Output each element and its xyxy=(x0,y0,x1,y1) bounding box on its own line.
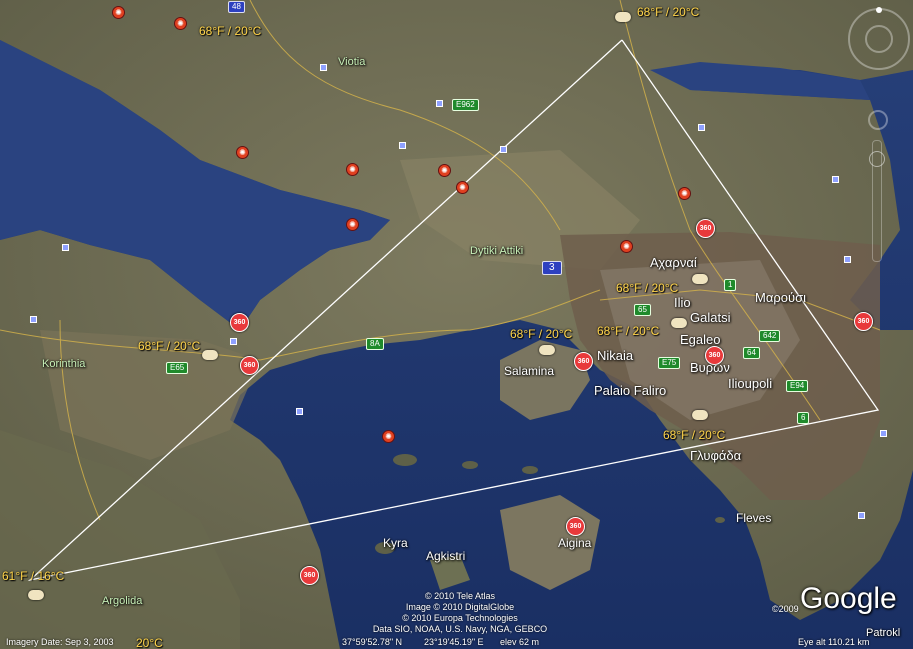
road-shield: 8A xyxy=(366,338,384,350)
place-label[interactable]: Salamina xyxy=(504,364,554,378)
photo-marker[interactable] xyxy=(30,316,37,323)
radio-icon[interactable]: ✺ xyxy=(112,6,125,19)
attribution-line: © 2010 Tele Atlas xyxy=(424,591,495,601)
weather-cloud-icon[interactable] xyxy=(692,274,708,284)
weather-label[interactable]: 68°F / 20°C xyxy=(637,5,699,19)
photo-marker[interactable] xyxy=(62,244,69,251)
weather-label[interactable]: 68°F / 20°C xyxy=(597,324,659,338)
panorama-360-pin[interactable]: 360 xyxy=(240,356,259,375)
place-label[interactable]: Nikaia xyxy=(597,348,633,363)
radio-icon[interactable]: ✺ xyxy=(346,218,359,231)
weather-label[interactable]: 68°F / 20°C xyxy=(199,24,261,38)
road-shield: 64 xyxy=(743,347,760,359)
photo-marker[interactable] xyxy=(844,256,851,263)
weather-cloud-icon[interactable] xyxy=(539,345,555,355)
place-label[interactable]: Viotia xyxy=(338,56,365,68)
road-shield: 642 xyxy=(759,330,781,342)
place-label[interactable]: Egaleo xyxy=(680,332,720,347)
radio-icon[interactable]: ✺ xyxy=(174,17,187,30)
attribution-line: Data SIO, NOAA, U.S. Navy, NGA, GEBCO xyxy=(372,624,548,634)
weather-cloud-icon[interactable] xyxy=(692,410,708,420)
google-logo: Google xyxy=(800,582,897,615)
weather-label[interactable]: 20°C xyxy=(136,636,163,649)
road-shield: E94 xyxy=(786,380,809,392)
panorama-360-pin[interactable]: 360 xyxy=(230,313,249,332)
photo-marker[interactable] xyxy=(296,408,303,415)
place-label[interactable]: Αχαρναί xyxy=(650,255,697,270)
photo-marker[interactable] xyxy=(500,146,507,153)
radio-icon[interactable]: ✺ xyxy=(382,430,395,443)
attribution-line: Image © 2010 DigitalGlobe xyxy=(405,602,515,612)
road-shield: E962 xyxy=(452,99,479,111)
photo-marker[interactable] xyxy=(436,100,443,107)
place-label[interactable]: Μαρούσι xyxy=(755,290,806,305)
place-label[interactable]: Patrokl xyxy=(866,627,900,639)
panorama-360-pin[interactable]: 360 xyxy=(300,566,319,585)
north-indicator-icon xyxy=(876,7,882,13)
look-around-icon[interactable] xyxy=(865,25,893,53)
photo-marker[interactable] xyxy=(880,430,887,437)
place-label[interactable]: Galatsi xyxy=(690,310,730,325)
panorama-360-pin[interactable]: 360 xyxy=(574,352,593,371)
panorama-360-pin[interactable]: 360 xyxy=(696,219,715,238)
weather-label[interactable]: 68°F / 20°C xyxy=(616,281,678,295)
panorama-360-pin[interactable]: 360 xyxy=(854,312,873,331)
road-shield: 6 xyxy=(797,412,810,424)
zoom-slider-thumb[interactable] xyxy=(869,151,885,167)
place-label[interactable]: Kyra xyxy=(383,536,408,550)
latitude-readout: 37°59'52.78" N xyxy=(342,637,403,647)
panorama-360-pin[interactable]: 360 xyxy=(566,517,585,536)
radio-icon[interactable]: ✺ xyxy=(346,163,359,176)
attribution-line: © 2010 Europa Technologies xyxy=(402,613,518,623)
place-label[interactable]: Ilio xyxy=(674,295,691,310)
navigation-compass[interactable] xyxy=(848,7,910,70)
copyright-small: ©2009 xyxy=(772,604,799,614)
radio-icon[interactable]: ✺ xyxy=(438,164,451,177)
place-label[interactable]: Βυρων xyxy=(690,360,730,375)
place-label[interactable]: Ilioupoli xyxy=(728,376,772,391)
weather-cloud-icon[interactable] xyxy=(671,318,687,328)
place-label[interactable]: Korinthia xyxy=(42,358,85,370)
photo-marker[interactable] xyxy=(399,142,406,149)
radio-icon[interactable]: ✺ xyxy=(236,146,249,159)
road-shield: E65 xyxy=(166,362,189,374)
photo-marker[interactable] xyxy=(698,124,705,131)
road-shield: 65 xyxy=(634,304,651,316)
move-joystick-icon[interactable] xyxy=(868,110,888,130)
place-label[interactable]: Fleves xyxy=(736,511,771,525)
road-shield: 3 xyxy=(542,261,562,275)
radio-icon[interactable]: ✺ xyxy=(620,240,633,253)
weather-cloud-icon[interactable] xyxy=(202,350,218,360)
radio-icon[interactable]: ✺ xyxy=(678,187,691,200)
road-shield: E75 xyxy=(658,357,681,369)
weather-cloud-icon[interactable] xyxy=(615,12,631,22)
road-shield: 48 xyxy=(228,1,245,13)
photo-marker[interactable] xyxy=(832,176,839,183)
eye-altitude-readout: Eye alt 110.21 km xyxy=(798,637,870,647)
radio-icon[interactable]: ✺ xyxy=(456,181,469,194)
elevation-readout: elev 62 m xyxy=(500,637,540,647)
road-shield: 1 xyxy=(724,279,737,291)
weather-label[interactable]: 61°F / 16°C xyxy=(2,569,64,583)
place-label[interactable]: Aigina xyxy=(558,536,591,550)
longitude-readout: 23°19'45.19" E xyxy=(424,637,484,647)
photo-marker[interactable] xyxy=(320,64,327,71)
weather-cloud-icon[interactable] xyxy=(28,590,44,600)
weather-label[interactable]: 68°F / 20°C xyxy=(138,339,200,353)
zoom-slider[interactable] xyxy=(869,140,885,262)
weather-label[interactable]: 68°F / 20°C xyxy=(663,428,725,442)
imagery-date: Imagery Date: Sep 3, 2003 xyxy=(6,637,114,647)
place-label[interactable]: Γλυφάδα xyxy=(690,448,741,463)
place-label[interactable]: Dytiki Attiki xyxy=(470,245,523,257)
place-label[interactable]: Argolida xyxy=(102,595,142,607)
photo-marker[interactable] xyxy=(230,338,237,345)
place-label[interactable]: Agkistri xyxy=(426,549,465,563)
weather-label[interactable]: 68°F / 20°C xyxy=(510,327,572,341)
attribution: © 2010 Tele Atlas Image © 2010 DigitalGl… xyxy=(360,591,560,635)
photo-marker[interactable] xyxy=(858,512,865,519)
place-label[interactable]: Palaio Faliro xyxy=(594,383,666,398)
map-view[interactable]: ✺ ✺ ✺ ✺ ✺ ✺ ✺ ✺ ✺ ✺ 360 360 360 360 360 … xyxy=(0,0,913,649)
